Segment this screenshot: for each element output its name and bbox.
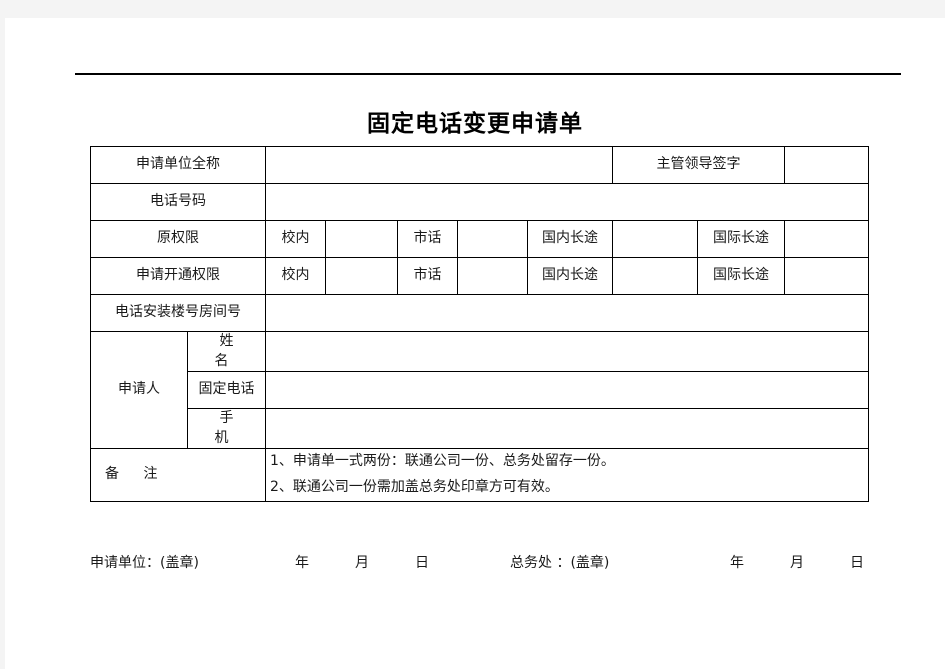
label-applicant-mobile: 手 机 xyxy=(187,408,266,450)
label-applicant-landline: 固定电话 xyxy=(187,371,266,410)
table-row-requested-permission: 申请开通权限 校内 市话 国内长途 国际长途 xyxy=(90,257,870,295)
label-applicant-name: 姓 名 xyxy=(187,330,266,373)
label-supervisor-signature: 主管领导签字 xyxy=(612,146,786,184)
application-form-table: 申请单位全称 主管领导签字 电话号码 原权限 校内 市话 国内长途 国际长途 申… xyxy=(90,146,870,503)
footer-day-office: 日 xyxy=(850,555,864,571)
field-applicant-unit[interactable] xyxy=(264,146,614,184)
table-row-applicant-name: 申请人 姓 名 xyxy=(90,330,870,450)
field-requested-campus[interactable] xyxy=(325,257,398,295)
field-applicant-landline[interactable] xyxy=(264,371,870,410)
field-applicant-name[interactable] xyxy=(264,330,870,373)
signature-footer: 申请单位：(盖章) 年 月 日 总务处 ：(盖章) 年 月 日 xyxy=(90,552,880,578)
label-requested-international-ld: 国际长途 xyxy=(697,257,786,295)
footer-applicant-seal: 申请单位：(盖章) xyxy=(90,555,199,571)
label-install-location: 电话安装楼号房间号 xyxy=(90,294,266,332)
remarks-line-2: 2、联通公司一份需加盖总务处印章方可有效。 xyxy=(270,479,559,496)
field-original-domestic-ld[interactable] xyxy=(612,220,699,258)
footer-month-applicant: 月 xyxy=(355,555,369,571)
label-requested-campus: 校内 xyxy=(265,257,326,295)
label-requested-local: 市话 xyxy=(397,257,458,295)
remarks-line-1: 1、申请单一式两份：联通公司一份、总务处留存一份。 xyxy=(270,453,615,470)
table-row-phone-number: 电话号码 xyxy=(90,183,870,221)
field-requested-domestic-ld[interactable] xyxy=(612,257,699,295)
footer-day-applicant: 日 xyxy=(415,555,429,571)
field-original-campus[interactable] xyxy=(325,220,398,258)
table-row-original-permission: 原权限 校内 市话 国内长途 国际长途 xyxy=(90,220,870,258)
label-original-international-ld: 国际长途 xyxy=(697,220,786,258)
table-row-applicant-mobile: 手 机 xyxy=(91,408,870,450)
label-phone-number: 电话号码 xyxy=(90,183,266,221)
footer-office-seal: 总务处 ：(盖章) xyxy=(510,555,610,571)
label-original-domestic-ld: 国内长途 xyxy=(526,220,614,258)
table-row-applicant-landline: 固定电话 xyxy=(91,371,870,410)
page-title: 固定电话变更申请单 xyxy=(367,111,583,137)
label-original-campus: 校内 xyxy=(265,220,326,258)
footer-year-applicant: 年 xyxy=(295,555,309,571)
label-requested-domestic-ld: 国内长途 xyxy=(526,257,614,295)
field-supervisor-signature[interactable] xyxy=(784,146,870,184)
field-remarks: 1、申请单一式两份：联通公司一份、总务处留存一份。 2、联通公司一份需加盖总务处… xyxy=(264,448,870,503)
field-requested-local[interactable] xyxy=(457,257,528,295)
label-applicant-unit: 申请单位全称 xyxy=(90,146,266,184)
field-original-local[interactable] xyxy=(457,220,528,258)
field-original-international-ld[interactable] xyxy=(784,220,870,258)
field-requested-international-ld[interactable] xyxy=(784,257,870,295)
label-applicant: 申请人 xyxy=(90,330,188,450)
field-applicant-mobile[interactable] xyxy=(264,408,870,450)
footer-month-office: 月 xyxy=(790,555,804,571)
label-requested-permission: 申请开通权限 xyxy=(90,257,266,295)
field-install-location[interactable] xyxy=(264,294,870,332)
table-row-install-location: 电话安装楼号房间号 xyxy=(90,294,870,332)
table-row-remarks: 备 注 1、申请单一式两份：联通公司一份、总务处留存一份。 2、联通公司一份需加… xyxy=(90,448,870,503)
table-row-applicant-unit: 申请单位全称 主管领导签字 xyxy=(90,146,870,184)
field-phone-number[interactable] xyxy=(264,183,870,221)
header-divider-rule xyxy=(75,73,901,75)
label-original-local: 市话 xyxy=(397,220,458,258)
document-page: 固定电话变更申请单 申请单位全称 主管领导签字 电话号码 原权限 校内 市话 国… xyxy=(5,18,945,669)
label-original-permission: 原权限 xyxy=(90,220,266,258)
label-remarks: 备 注 xyxy=(90,448,266,503)
footer-year-office: 年 xyxy=(730,555,744,571)
